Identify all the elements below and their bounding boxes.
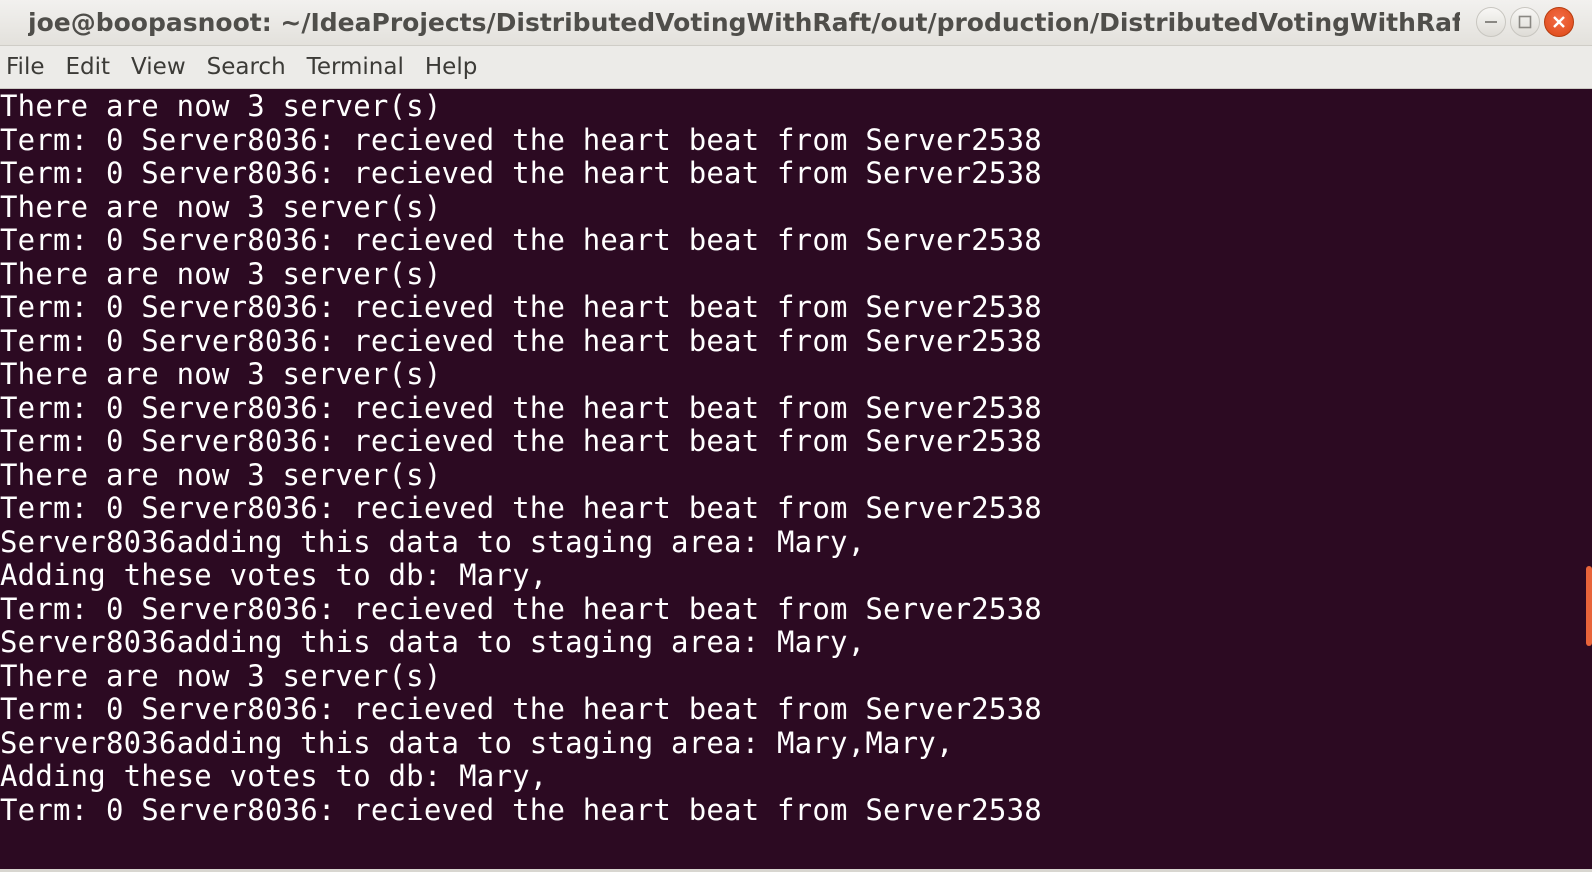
maximize-icon: [1518, 15, 1532, 29]
terminal-line: Term: 0 Server8036: recieved the heart b…: [0, 156, 1042, 190]
terminal-line: There are now 3 server(s): [0, 357, 442, 391]
terminal-line: Term: 0 Server8036: recieved the heart b…: [0, 390, 1042, 425]
terminal-line: Term: 0 Server8036: recieved the heart b…: [0, 323, 1042, 358]
maximize-button[interactable]: [1510, 7, 1540, 37]
menu-view[interactable]: View: [131, 46, 196, 89]
menu-help[interactable]: Help: [425, 46, 487, 89]
terminal-line: Term: 0 Server8036: recieved the heart b…: [0, 290, 1042, 324]
minimize-icon: [1485, 21, 1497, 23]
terminal-line: Server8036adding this data to staging ar…: [0, 725, 954, 760]
terminal-line: Term: 0 Server8036: recieved the heart b…: [0, 223, 1042, 257]
terminal-line: There are now 3 server(s): [0, 89, 442, 123]
scrollbar-thumb[interactable]: [1586, 566, 1592, 646]
terminal-output[interactable]: There are now 3 server(s) Term: 0 Server…: [0, 89, 1592, 872]
menu-edit[interactable]: Edit: [66, 46, 121, 89]
terminal-line: There are now 3 server(s): [0, 457, 442, 492]
terminal-lines: There are now 3 server(s) Term: 0 Server…: [0, 89, 1042, 827]
window-title: joe@boopasnoot: ~/IdeaProjects/Distribut…: [28, 8, 1460, 37]
terminal-line: Adding these votes to db: Mary,: [0, 759, 548, 793]
terminal-line: Term: 0 Server8036: recieved the heart b…: [0, 792, 1042, 827]
terminal-line: Server8036adding this data to staging ar…: [0, 625, 866, 659]
terminal-line: Server8036adding this data to staging ar…: [0, 524, 866, 559]
menu-file[interactable]: File: [6, 46, 55, 89]
terminal-line: There are now 3 server(s): [0, 658, 442, 693]
terminal-line: Term: 0 Server8036: recieved the heart b…: [0, 491, 1042, 525]
terminal-line: Term: 0 Server8036: recieved the heart b…: [0, 424, 1042, 458]
terminal-line: There are now 3 server(s): [0, 189, 442, 224]
terminal-line: Adding these votes to db: Mary,: [0, 558, 548, 592]
close-icon: [1553, 16, 1565, 28]
terminal-line: Term: 0 Server8036: recieved the heart b…: [0, 591, 1042, 626]
scrollbar[interactable]: [1584, 89, 1592, 872]
minimize-button[interactable]: [1476, 7, 1506, 37]
menu-bar: File Edit View Search Terminal Help: [0, 46, 1592, 89]
menu-terminal[interactable]: Terminal: [307, 46, 414, 89]
terminal-line: Term: 0 Server8036: recieved the heart b…: [0, 122, 1042, 157]
close-button[interactable]: [1544, 7, 1574, 37]
window-controls: [1476, 7, 1574, 37]
terminal-window: joe@boopasnoot: ~/IdeaProjects/Distribut…: [0, 0, 1592, 872]
terminal-line: There are now 3 server(s): [0, 256, 442, 291]
title-bar[interactable]: joe@boopasnoot: ~/IdeaProjects/Distribut…: [0, 0, 1592, 46]
terminal-line: Term: 0 Server8036: recieved the heart b…: [0, 692, 1042, 726]
menu-search[interactable]: Search: [207, 46, 296, 89]
